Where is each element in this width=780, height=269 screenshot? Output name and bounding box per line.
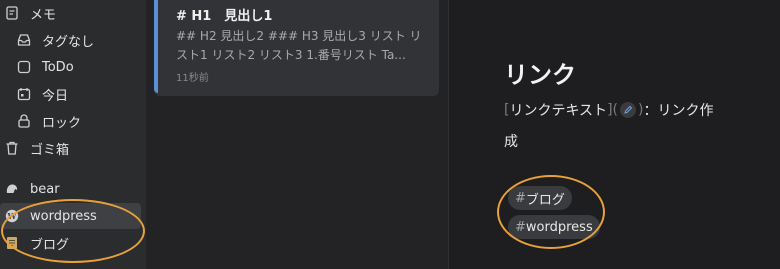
trash-icon [4, 140, 20, 156]
wordpress-icon: W [4, 208, 20, 224]
note-timestamp: 11秒前 [176, 73, 209, 84]
tag-label: ブログ [525, 192, 565, 208]
note-icon [4, 5, 20, 21]
editor[interactable]: リンク [ リンクテキスト ] ( ) ：リンク作 成 # ブログ # word… [449, 0, 780, 269]
sidebar-item-label: 今日 [42, 88, 69, 104]
sidebar-item-tag-blog[interactable]: ブログ [0, 230, 69, 256]
bear-icon [4, 181, 20, 197]
lock-icon [16, 113, 32, 129]
sidebar-item-label: bear [30, 181, 60, 197]
selection-accent-bar [154, 0, 158, 93]
sidebar-item-untagged[interactable]: タグなし [0, 27, 94, 53]
svg-text:W: W [7, 211, 18, 221]
sidebar-item-trash[interactable]: ゴミ箱 [0, 135, 69, 161]
note-card[interactable]: # H1 見出し1 ## H2 見出し2 ### H3 見出し3 リスト リスト… [154, 0, 439, 96]
sidebar-item-todo[interactable]: ToDo [0, 54, 74, 80]
note-list: # H1 見出し1 ## H2 見出し2 ### H3 見出し3 リスト リスト… [146, 0, 448, 269]
link-description-continued: 成 [504, 134, 518, 150]
sidebar-item-label: ロック [42, 115, 82, 131]
sidebar-item-label: wordpress [30, 208, 97, 224]
sidebar-item-label: ToDo [42, 59, 74, 75]
tag-pill-wordpress[interactable]: # wordpress [508, 215, 600, 239]
sidebar-item-memo[interactable]: メモ [0, 0, 56, 26]
editor-heading: リンク [504, 61, 576, 89]
link-description: ：リンク作 [643, 103, 714, 119]
tag-pill-blog[interactable]: # ブログ [508, 186, 572, 210]
calendar-icon [16, 86, 32, 102]
note-title: # H1 見出し1 [176, 9, 273, 24]
sidebar-item-locked[interactable]: ロック [0, 108, 81, 134]
sidebar-item-today[interactable]: 今日 [0, 81, 68, 107]
sidebar-item-label: タグなし [42, 34, 95, 50]
inbox-icon [16, 32, 32, 48]
sidebar-item-tag-bear[interactable]: bear [0, 176, 60, 202]
tag-hash: # [515, 190, 526, 206]
sidebar-item-tag-wordpress[interactable]: W wordpress [0, 203, 141, 229]
tag-hash: # [515, 219, 526, 235]
document-icon [4, 235, 20, 251]
link-text[interactable]: リンクテキスト [509, 100, 607, 120]
checkbox-icon [16, 59, 32, 75]
link-line: [ リンクテキスト ] ( ) ：リンク作 [504, 100, 713, 120]
tag-label: wordpress [525, 219, 593, 235]
link-paren-open: ( [612, 102, 618, 118]
edit-link-icon[interactable] [620, 102, 636, 118]
sidebar-item-label: ブログ [30, 237, 70, 253]
sidebar-item-label: メモ [30, 7, 57, 23]
sidebar: メモ タグなし ToDo 今日 ロック ゴミ箱 bear W wordpress… [0, 0, 146, 269]
note-snippet: ## H2 見出し2 ### H3 見出し3 リスト リスト1 リスト2 リスト… [176, 29, 422, 62]
sidebar-item-label: ゴミ箱 [30, 142, 70, 158]
